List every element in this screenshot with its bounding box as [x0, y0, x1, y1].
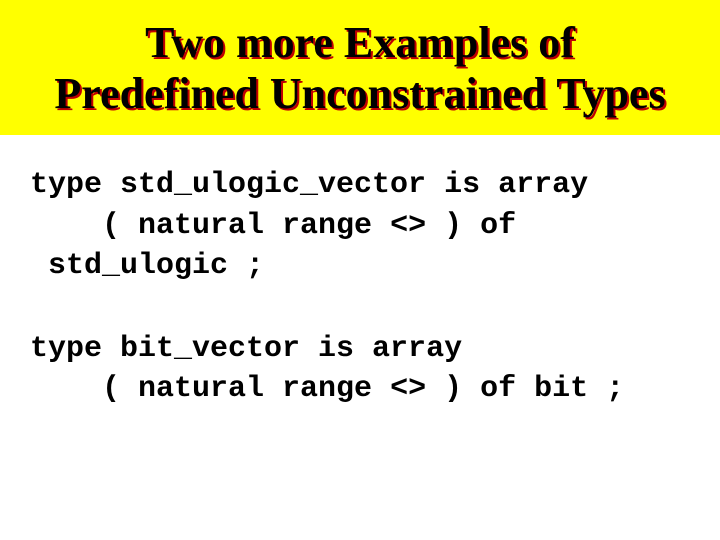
- title-band: Two more Examples of Predefined Unconstr…: [0, 0, 720, 135]
- slide: Two more Examples of Predefined Unconstr…: [0, 0, 720, 540]
- slide-body: type std_ulogic_vector is array ( natura…: [0, 135, 720, 410]
- code1-line3: std_ulogic ;: [30, 249, 264, 283]
- code2-line2: ( natural range <> ) of bit ;: [30, 372, 624, 406]
- code1-line1: type std_ulogic_vector is array: [30, 168, 588, 202]
- title-line-1: Two more Examples of: [145, 18, 575, 67]
- slide-title: Two more Examples of Predefined Unconstr…: [10, 18, 710, 119]
- code2-line1: type bit_vector is array: [30, 332, 462, 366]
- title-line-2: Predefined Unconstrained Types: [54, 69, 665, 118]
- code-block-1: type std_ulogic_vector is array ( natura…: [30, 165, 694, 287]
- code1-line2: ( natural range <> ) of: [30, 209, 516, 243]
- code-block-2: type bit_vector is array ( natural range…: [30, 329, 694, 410]
